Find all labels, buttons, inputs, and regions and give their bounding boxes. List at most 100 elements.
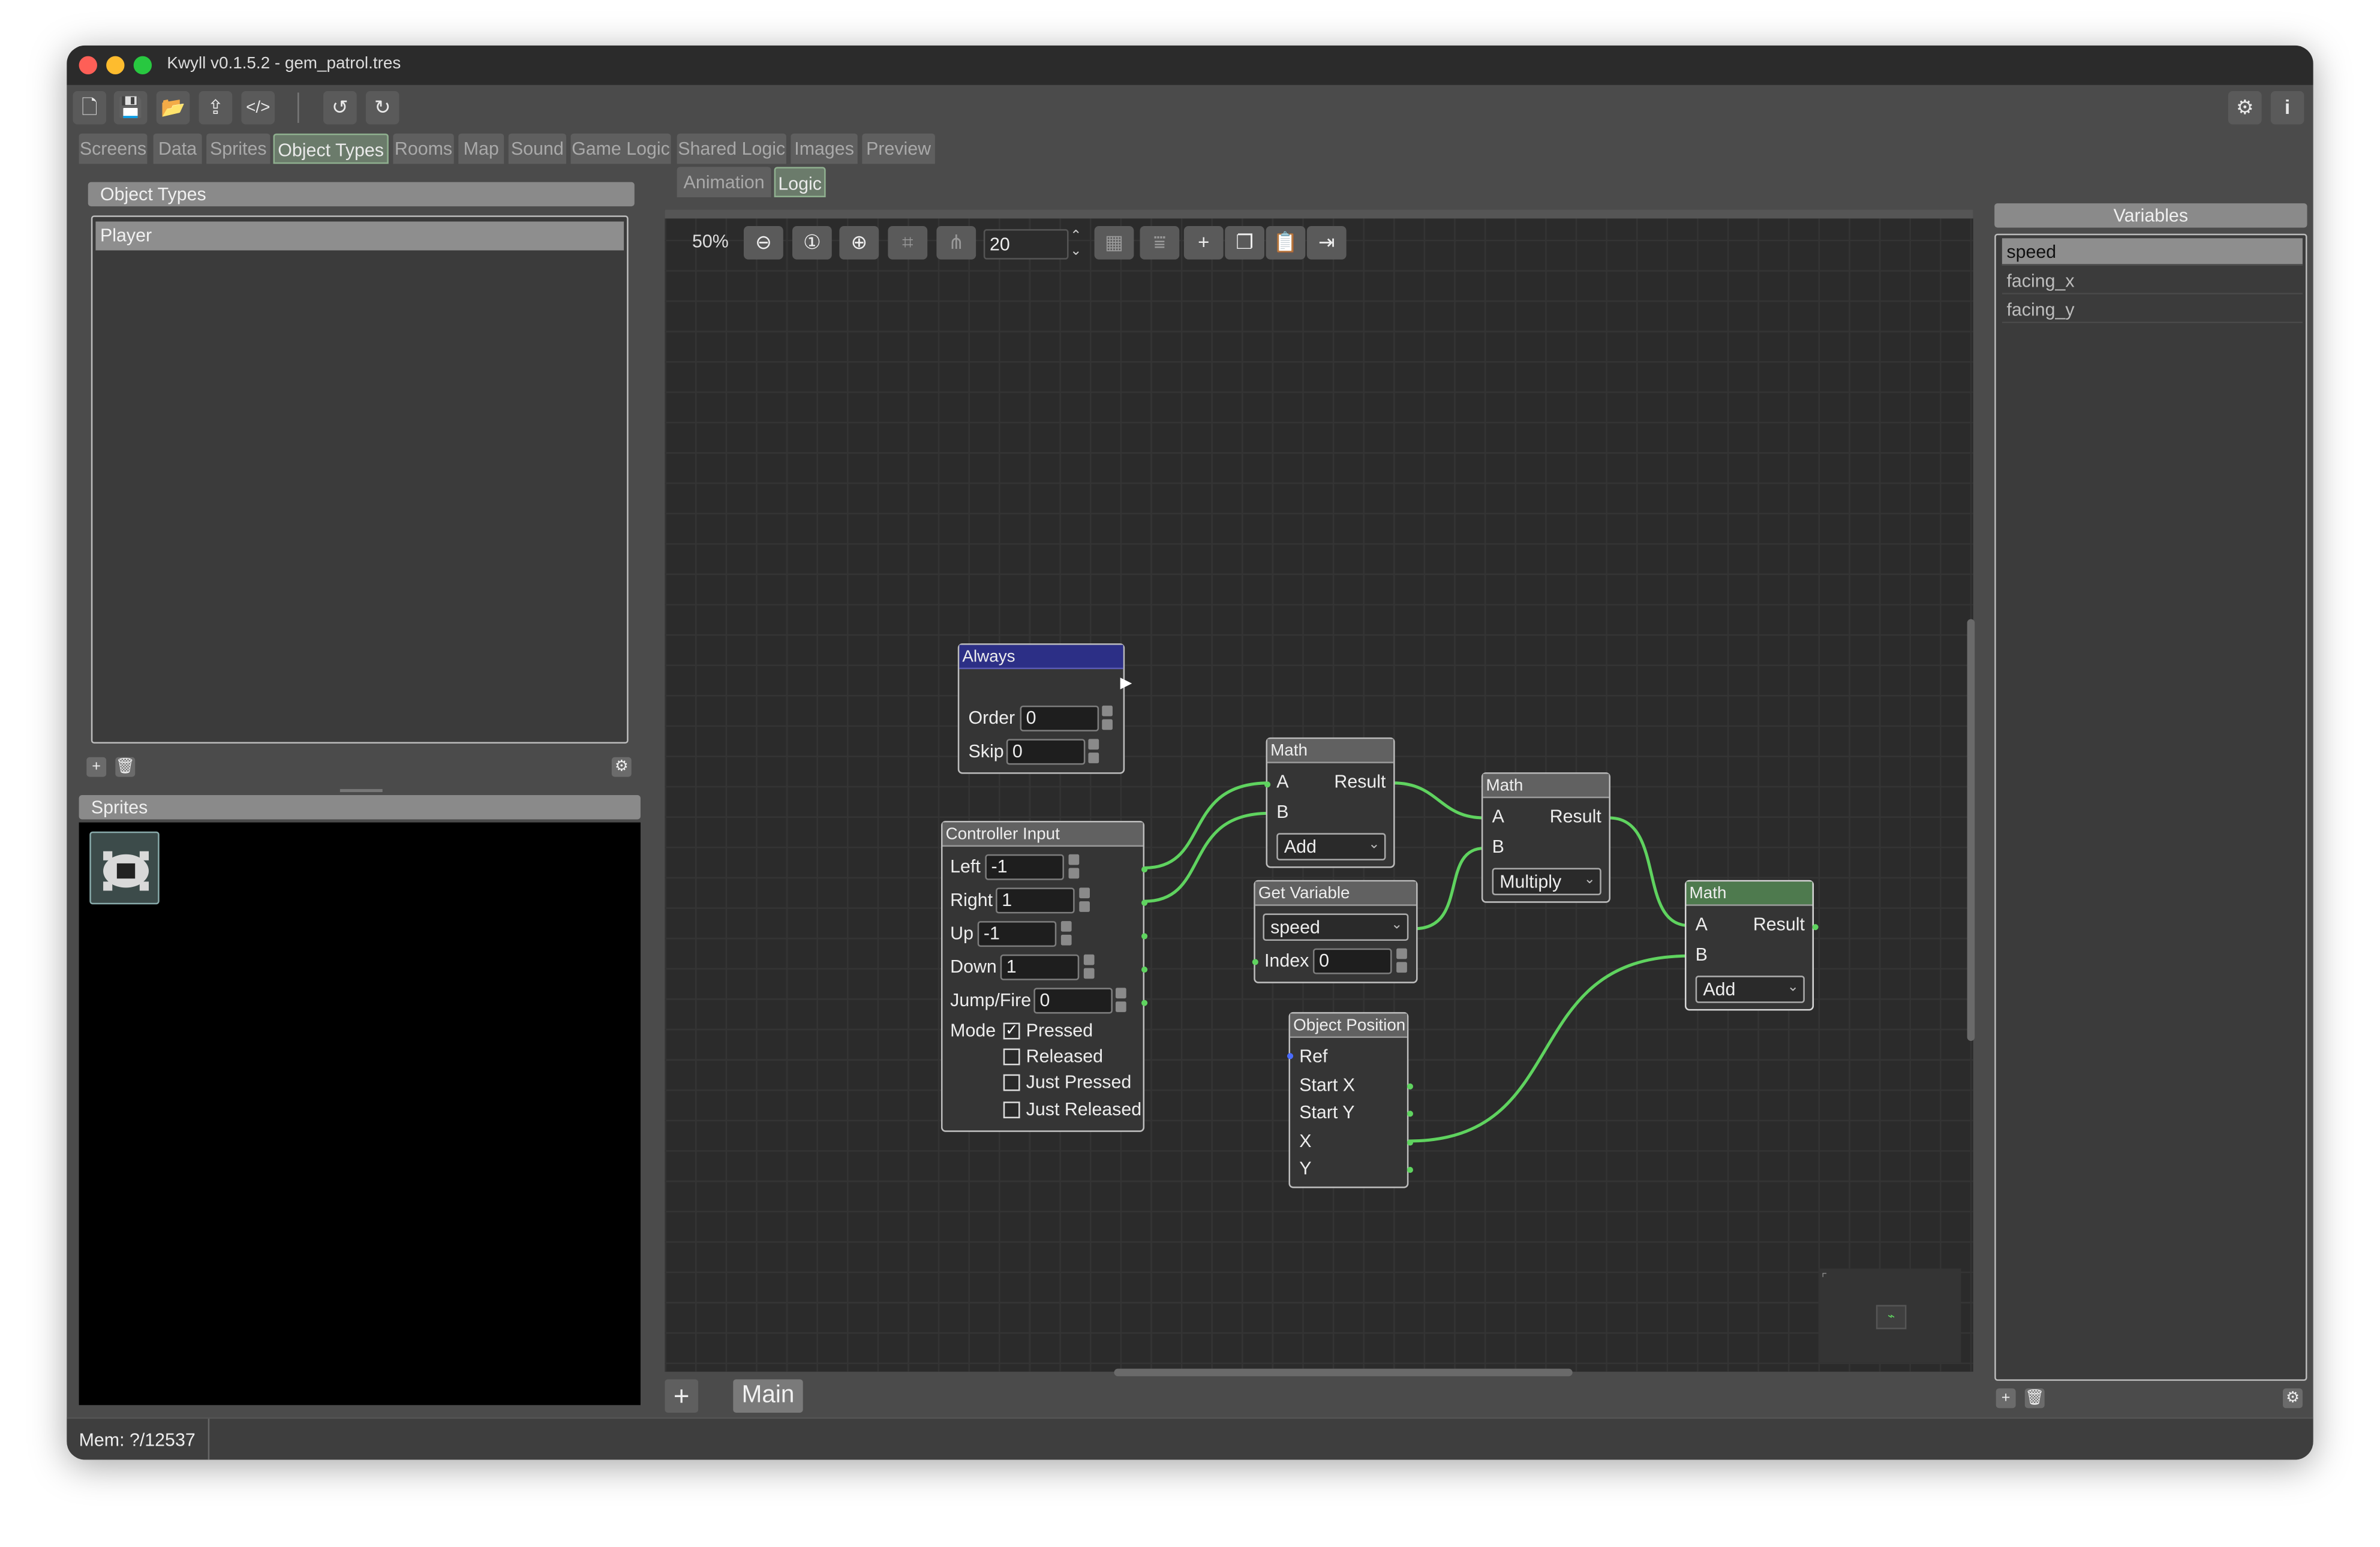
x-output-port[interactable] xyxy=(1407,1139,1413,1146)
variable-item-speed[interactable]: speed xyxy=(2002,238,2303,266)
info-icon[interactable]: i xyxy=(2270,91,2304,125)
minimap-viewport[interactable]: ⌁ xyxy=(1876,1305,1907,1329)
jump-fire-input[interactable]: 0 xyxy=(1033,988,1113,1014)
tab-sprites[interactable]: Sprites xyxy=(206,133,271,164)
right-stepper[interactable] xyxy=(1079,887,1090,913)
math1-op-select[interactable]: Add xyxy=(1276,832,1386,860)
math3-result-port[interactable] xyxy=(1812,924,1819,931)
close-window-button[interactable] xyxy=(79,56,97,74)
graph-tab-main[interactable]: Main xyxy=(733,1379,803,1413)
index-input-port[interactable] xyxy=(1252,959,1258,965)
node-controller-input[interactable]: Controller Input Left -1 Right 1 Up -1 D… xyxy=(940,821,1148,1132)
logic-graph-canvas[interactable]: 50% ⊖ ① ⊕ ⌗ ⋔ 20 ⌃ ⌄ ▦ ⩸ + ❐ 📋 ⇥ Always ▶ xyxy=(665,209,1975,1377)
start-x-output-port[interactable] xyxy=(1407,1083,1413,1089)
tab-preview[interactable]: Preview xyxy=(862,133,935,164)
export-icon[interactable]: ⇪ xyxy=(199,91,233,125)
tab-sound[interactable]: Sound xyxy=(508,133,566,164)
just-released-checkbox[interactable] xyxy=(1003,1101,1020,1119)
tab-shared-logic[interactable]: Shared Logic xyxy=(677,133,786,164)
skip-stepper[interactable] xyxy=(1088,739,1099,765)
variables-list[interactable]: speed facing_x facing_y xyxy=(1994,233,2307,1381)
left-stepper[interactable] xyxy=(1068,854,1080,880)
wire-speed-to-math2-b xyxy=(1414,847,1485,931)
x-label: X xyxy=(1299,1130,1312,1152)
released-checkbox[interactable] xyxy=(1003,1048,1020,1066)
save-icon[interactable]: 💾 xyxy=(113,91,148,125)
list-item-player[interactable]: Player xyxy=(95,221,624,251)
node-math-2[interactable]: Math A Result B Multiply xyxy=(1481,772,1610,903)
node-math-3[interactable]: Math A Result B Add xyxy=(1684,880,1819,1011)
open-folder-icon[interactable]: 📂 xyxy=(156,91,190,125)
skip-input[interactable]: 0 xyxy=(1006,739,1086,765)
minimap-resize-icon[interactable]: ⌜ xyxy=(1822,1272,1827,1286)
tab-game-logic[interactable]: Game Logic xyxy=(570,133,671,164)
jump-fire-label: Jump/Fire xyxy=(950,989,1032,1011)
node-math-2-title: Math xyxy=(1483,774,1609,799)
tab-logic[interactable]: Logic xyxy=(774,167,826,197)
vertical-scrollbar[interactable] xyxy=(1967,619,1975,1041)
settings-icon[interactable]: ⚙ xyxy=(2228,91,2262,125)
order-stepper[interactable] xyxy=(1102,705,1113,732)
variable-select[interactable]: speed xyxy=(1263,912,1409,941)
exec-output-icon[interactable]: ▶ xyxy=(1120,675,1132,692)
variable-item-facing-x[interactable]: facing_x xyxy=(2002,267,2303,294)
object-types-list[interactable]: Player xyxy=(91,215,629,744)
right-input[interactable]: 1 xyxy=(996,887,1075,914)
delete-variable-button[interactable]: 🗑 xyxy=(2024,1388,2045,1408)
tab-map[interactable]: Map xyxy=(458,133,504,164)
tab-object-types[interactable]: Object Types xyxy=(273,133,389,164)
new-file-icon[interactable]: 🗋 xyxy=(73,91,107,125)
minimize-window-button[interactable] xyxy=(106,56,125,74)
down-label: Down xyxy=(950,956,997,977)
undo-icon[interactable]: ↺ xyxy=(323,91,357,125)
down-input[interactable]: 1 xyxy=(1000,954,1080,980)
math1-a-port[interactable] xyxy=(1264,781,1271,788)
add-variable-button[interactable]: + xyxy=(1996,1388,2016,1408)
variable-item-facing-y[interactable]: facing_y xyxy=(2002,296,2303,324)
delete-object-button[interactable]: 🗑 xyxy=(115,757,136,777)
jump-fire-stepper[interactable] xyxy=(1115,988,1126,1013)
node-get-variable[interactable]: Get Variable speed Index 0 xyxy=(1252,880,1418,983)
title-bar: Kwyll v0.1.5.2 - gem_patrol.tres xyxy=(67,45,2313,85)
up-output-port[interactable] xyxy=(1141,933,1148,940)
tab-animation[interactable]: Animation xyxy=(677,167,771,197)
math3-b-label: B xyxy=(1695,944,1708,965)
node-math-1[interactable]: Math A Result B Add xyxy=(1264,737,1395,868)
horizontal-scrollbar[interactable] xyxy=(1114,1368,1573,1377)
down-stepper[interactable] xyxy=(1083,954,1095,980)
left-input[interactable]: -1 xyxy=(985,854,1064,880)
start-y-output-port[interactable] xyxy=(1407,1110,1413,1117)
tab-rooms[interactable]: Rooms xyxy=(393,133,454,164)
down-output-port[interactable] xyxy=(1141,966,1148,973)
ref-input-port[interactable] xyxy=(1287,1053,1294,1060)
zoom-window-button[interactable] xyxy=(133,56,152,74)
node-object-position[interactable]: Object Position Ref Start X Start Y X Y xyxy=(1287,1012,1413,1188)
left-output-port[interactable] xyxy=(1141,866,1148,873)
add-object-button[interactable]: + xyxy=(86,757,107,777)
redo-icon[interactable]: ↻ xyxy=(365,91,399,125)
order-input[interactable]: 0 xyxy=(1020,705,1099,732)
add-graph-button[interactable]: + xyxy=(665,1379,699,1413)
up-input[interactable]: -1 xyxy=(977,921,1057,947)
index-input[interactable]: 0 xyxy=(1312,948,1392,974)
tab-screens[interactable]: Screens xyxy=(79,133,148,164)
index-stepper[interactable] xyxy=(1396,948,1407,974)
math2-op-select[interactable]: Multiply xyxy=(1492,866,1601,896)
up-stepper[interactable] xyxy=(1060,921,1072,947)
node-always[interactable]: Always ▶ Order 0 Skip 0 xyxy=(957,643,1132,774)
sprite-thumbnail[interactable] xyxy=(89,831,160,905)
math3-op-select[interactable]: Add xyxy=(1695,974,1805,1003)
code-icon[interactable]: </> xyxy=(241,91,275,125)
variable-settings-icon[interactable]: ⚙ xyxy=(2283,1388,2303,1408)
tab-data[interactable]: Data xyxy=(153,133,202,164)
y-output-port[interactable] xyxy=(1407,1167,1413,1173)
graph-minimap[interactable]: ⌜ ⌁ xyxy=(1818,1268,1961,1363)
jump-fire-output-port[interactable] xyxy=(1141,1000,1148,1006)
object-settings-icon[interactable]: ⚙ xyxy=(611,757,632,777)
split-handle[interactable] xyxy=(339,788,383,792)
right-output-port[interactable] xyxy=(1141,899,1148,906)
pressed-checkbox[interactable]: ✓ xyxy=(1003,1022,1020,1040)
just-pressed-checkbox[interactable] xyxy=(1003,1074,1020,1091)
tab-images[interactable]: Images xyxy=(791,133,858,164)
wire-x-to-math3-b xyxy=(1408,954,1690,1143)
